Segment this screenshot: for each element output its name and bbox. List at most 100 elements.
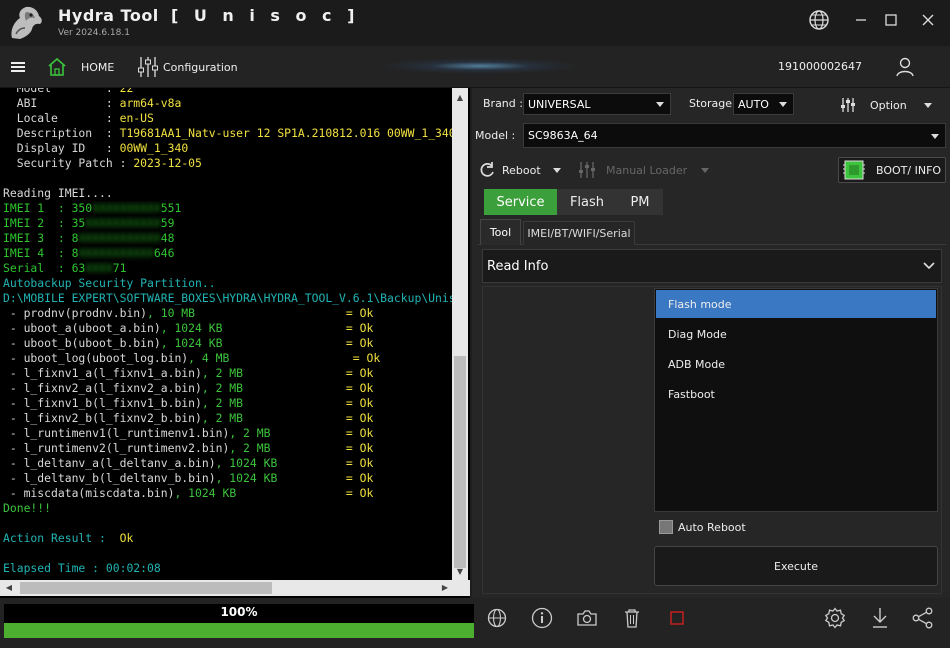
tab-pm[interactable]: PM	[617, 189, 663, 215]
reboot-button[interactable]: Reboot	[478, 158, 561, 182]
scroll-right-arrow-icon[interactable]: ▶	[438, 581, 452, 595]
log-segment: - l_deltanv_a(l_deltanv_a.bin)	[3, 456, 216, 470]
log-line: Locale : en-US	[3, 111, 454, 126]
console-vertical-scroll-thumb[interactable]	[454, 356, 466, 568]
tab-service[interactable]: Service	[484, 189, 557, 215]
log-segment: XXXXXXXXXXXX	[78, 231, 161, 245]
operation-select[interactable]: Read Info	[482, 249, 942, 283]
screenshot-button[interactable]	[575, 606, 599, 630]
share-button[interactable]	[911, 606, 935, 630]
log-segment: 71	[112, 261, 127, 275]
progress-text: 100%	[220, 605, 258, 619]
log-segment: - prodnv(prodnv.bin)	[3, 306, 148, 320]
log-line: ABI : arm64-v8a	[3, 96, 454, 111]
log-segment: = Ok	[345, 366, 374, 380]
log-segment	[229, 351, 352, 365]
log-segment	[270, 441, 345, 455]
model-label: Model :	[475, 129, 516, 142]
mode-item-fastboot[interactable]: Fastboot	[656, 380, 936, 408]
close-icon	[922, 14, 934, 26]
info-icon	[531, 607, 553, 629]
log-segment	[195, 306, 346, 320]
model-select[interactable]: SC9863A_64	[523, 123, 946, 148]
log-line: - l_runtimenv1(l_runtimenv1.bin), 2 MB =…	[3, 426, 454, 441]
log-segment: ABI	[3, 96, 106, 110]
version-label: Ver 2024.6.18.1	[58, 28, 130, 38]
log-segment: , 1024 KB	[174, 486, 237, 500]
log-segment: Action Result :	[3, 531, 120, 545]
info-button[interactable]	[530, 606, 554, 630]
menu-button[interactable]	[10, 46, 26, 88]
log-line: Security Patch : 2023-12-05	[3, 156, 454, 171]
auto-reboot-label: Auto Reboot	[678, 520, 746, 534]
tab-flash[interactable]: Flash	[557, 189, 617, 215]
reboot-label: Reboot	[502, 163, 541, 177]
sliders-icon	[579, 162, 595, 178]
execute-button[interactable]: Execute	[654, 546, 938, 586]
log-segment	[236, 486, 346, 500]
log-segment: :	[105, 141, 120, 155]
log-segment: :	[105, 111, 120, 125]
chevron-down-icon	[552, 167, 561, 173]
scroll-down-arrow-icon[interactable]: ▼	[453, 565, 467, 579]
log-segment: , 10 MB	[147, 306, 196, 320]
manual-loader-button[interactable]: Manual Loader	[578, 158, 710, 182]
minimize-button[interactable]	[848, 8, 874, 32]
log-segment: arm64-v8a	[119, 96, 182, 110]
checkbox-box	[659, 520, 673, 534]
scroll-left-arrow-icon[interactable]: ◀	[2, 581, 16, 595]
log-segment: , 1024 KB	[160, 336, 223, 350]
console-horizontal-scroll-thumb[interactable]	[20, 582, 272, 594]
mode-item-adb[interactable]: ADB Mode	[656, 350, 936, 378]
log-segment: = Ok	[345, 381, 374, 395]
log-segment: 551	[160, 201, 182, 215]
close-button[interactable]	[915, 8, 941, 32]
log-segment: - uboot_b(uboot_b.bin)	[3, 336, 161, 350]
nav-configuration-label: Configuration	[163, 60, 238, 74]
log-line: Model : 22	[3, 88, 454, 96]
mode-list: Flash mode Diag Mode ADB Mode Fastboot	[654, 288, 938, 512]
refresh-icon	[480, 162, 494, 177]
progress-bar: 100%	[4, 604, 474, 638]
home-icon	[48, 57, 66, 76]
globe-icon	[809, 10, 829, 30]
boot-info-button[interactable]: BOOT/ INFO	[838, 157, 946, 183]
nav-home[interactable]: HOME	[46, 46, 114, 88]
clear-log-button[interactable]	[620, 606, 644, 630]
log-segment: - uboot_log(uboot_log.bin)	[3, 351, 189, 365]
log-segment: = Ok	[345, 456, 374, 470]
chip-icon	[843, 160, 865, 180]
mode-item-diag[interactable]: Diag Mode	[656, 320, 936, 348]
stop-button[interactable]	[665, 606, 689, 630]
storage-select[interactable]: AUTO	[733, 93, 794, 115]
nav-configuration[interactable]: Configuration	[136, 46, 238, 88]
web-button[interactable]	[485, 606, 509, 630]
download-icon	[873, 608, 887, 628]
maximize-button[interactable]	[878, 8, 904, 32]
user-account-button[interactable]	[895, 46, 915, 88]
log-segment: IMEI 2 : 35	[3, 216, 86, 230]
tab-imei-bt-wifi-serial[interactable]: IMEI/BT/WIFI/Serial	[523, 221, 635, 245]
log-segment: Autobackup Security Partition..	[3, 276, 216, 290]
log-segment	[277, 456, 346, 470]
settings-button[interactable]	[823, 606, 847, 630]
auto-reboot-checkbox[interactable]: Auto Reboot	[659, 518, 746, 536]
tab-tool[interactable]: Tool	[480, 219, 521, 245]
mode-item-flash[interactable]: Flash mode	[656, 290, 936, 318]
log-segment: - l_fixnv1_b(l_fixnv1_b.bin)	[3, 396, 202, 410]
brand-value: UNIVERSAL	[528, 97, 591, 111]
option-button[interactable]: Option	[840, 93, 940, 117]
option-label: Option	[870, 98, 907, 112]
minimize-icon	[856, 19, 866, 21]
download-button[interactable]	[868, 606, 892, 630]
app-name: Hydra Tool	[58, 6, 159, 25]
brand-select[interactable]: UNIVERSAL	[523, 93, 671, 115]
log-line: Elapsed Time : 00:02:08	[3, 561, 454, 576]
language-globe-button[interactable]	[806, 8, 832, 32]
chevron-down-icon	[779, 102, 787, 107]
scroll-up-arrow-icon[interactable]: ▲	[453, 91, 467, 105]
log-line: - l_runtimenv2(l_runtimenv2.bin), 2 MB =…	[3, 441, 454, 456]
log-line: Serial : 63XXXX71	[3, 261, 454, 276]
hydra-logo-icon	[11, 6, 42, 40]
nav-home-label: HOME	[81, 60, 115, 74]
